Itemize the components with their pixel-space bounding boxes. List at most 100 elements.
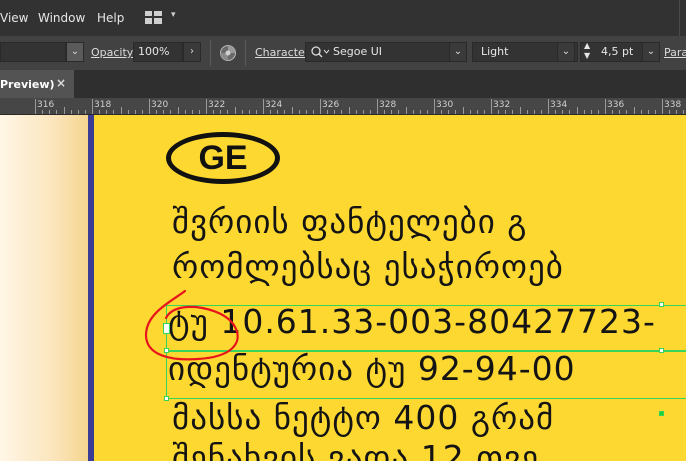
ruler-minor-tick	[469, 110, 471, 114]
ruler-minor-tick	[483, 110, 485, 114]
ruler-major-tick	[377, 99, 378, 114]
ruler-minor-tick	[113, 110, 115, 114]
ruler-minor-tick	[141, 110, 143, 114]
ruler-minor-tick	[355, 110, 357, 114]
ruler-label: 326	[322, 100, 340, 110]
ruler-minor-tick	[284, 110, 286, 114]
ruler-label: 324	[265, 100, 283, 110]
separator	[245, 40, 246, 66]
text-frame-handle[interactable]	[659, 348, 664, 353]
font-size-dropdown[interactable]: ⌄	[642, 42, 660, 62]
pasteboard	[0, 115, 88, 461]
ruler-major-tick	[605, 99, 606, 114]
ruler-label: 334	[550, 100, 568, 110]
menu-help[interactable]: Help	[97, 11, 124, 25]
ruler-minor-tick	[555, 110, 557, 114]
chevron-right-icon: ›	[190, 46, 194, 57]
ruler-minor-tick	[640, 110, 642, 114]
ruler-minor-tick	[248, 110, 250, 114]
ruler-minor-tick	[70, 110, 72, 114]
opacity-input[interactable]: 100%	[133, 42, 183, 62]
ruler-minor-tick	[334, 110, 336, 114]
ruler-minor-tick	[619, 110, 621, 114]
ruler-label: 318	[94, 100, 112, 110]
text-line-6[interactable]: შენახვის ვადა 12 თვე	[172, 438, 539, 461]
ruler-minor-tick	[106, 110, 108, 114]
text-frame-handle[interactable]	[659, 411, 664, 416]
ruler-minor-tick	[191, 110, 193, 114]
font-family-dropdown[interactable]: ⌄	[449, 42, 467, 62]
chevron-down-icon: ⌄	[646, 46, 656, 57]
opacity-more-button[interactable]: ›	[183, 42, 201, 62]
ruler-minor-tick	[462, 107, 464, 114]
ruler-minor-tick	[654, 110, 656, 114]
ruler-minor-tick	[277, 110, 279, 114]
ruler-minor-tick	[669, 110, 671, 114]
ruler-minor-tick	[362, 110, 364, 114]
ruler-major-tick	[491, 99, 492, 114]
workspace-switcher-icon	[145, 11, 162, 24]
ruler-major-tick	[548, 99, 549, 114]
ruler-minor-tick	[391, 110, 393, 114]
ruler-minor-tick	[213, 110, 215, 114]
ge-country-badge[interactable]: GE	[166, 132, 280, 184]
search-icon	[311, 46, 330, 58]
ruler-minor-tick	[419, 110, 421, 114]
ruler-label: 322	[208, 100, 226, 110]
text-line-2[interactable]: რომლებსაც ესაჭიროებ	[172, 247, 564, 286]
ruler-major-tick	[206, 99, 207, 114]
ruler-minor-tick	[134, 110, 136, 114]
chevron-down-icon: ▾	[171, 10, 176, 20]
ruler-label: 328	[379, 100, 397, 110]
ruler-minor-tick	[198, 110, 200, 114]
ruler-minor-tick	[526, 110, 528, 114]
ruler-minor-tick	[412, 110, 414, 114]
font-family-field[interactable]: Segoe UI	[305, 42, 465, 62]
text-frame-handle[interactable]	[164, 396, 169, 401]
ruler-minor-tick	[455, 110, 457, 114]
ruler-minor-tick	[120, 107, 122, 114]
document-tab[interactable]: Preview) ×	[0, 70, 74, 98]
ruler-label: 332	[493, 100, 511, 110]
paragraph-label[interactable]: Para	[664, 46, 686, 59]
ruler-minor-tick	[612, 110, 614, 114]
ruler-minor-tick	[569, 110, 571, 114]
font-style-dropdown[interactable]: ⌄	[557, 42, 575, 62]
document-canvas[interactable]: GE შვრიის ფანტელები გ რომლებსაც ესაჭიროე…	[0, 115, 686, 461]
ruler-minor-tick	[163, 110, 165, 114]
opacity-label[interactable]: Opacity:	[91, 46, 136, 59]
text-line-1[interactable]: შვრიის ფანტელები გ	[172, 202, 527, 241]
document-tab-title: Preview)	[0, 78, 55, 91]
menu-divider	[679, 0, 680, 36]
text-frame-handle[interactable]	[659, 302, 664, 307]
ruler-label: 336	[607, 100, 625, 110]
menu-window[interactable]: Window	[38, 11, 85, 25]
ruler-minor-tick	[270, 110, 272, 114]
ruler-minor-tick	[576, 107, 578, 114]
ruler-minor-tick	[405, 107, 407, 114]
menu-view[interactable]: View	[0, 11, 28, 25]
ruler-minor-tick	[540, 110, 542, 114]
ruler-minor-tick	[348, 107, 350, 114]
horizontal-ruler[interactable]: 316 318 320 322 324 326 328 330 332 334 336 338	[0, 98, 686, 115]
ruler-minor-tick	[170, 110, 172, 114]
recolor-artwork-button[interactable]	[219, 44, 237, 62]
chevron-down-icon: ⌄	[561, 46, 571, 57]
ruler-major-tick	[434, 99, 435, 114]
font-size-value: 4,5 pt	[601, 45, 634, 58]
ruler-minor-tick	[512, 110, 514, 114]
ruler-minor-tick	[291, 107, 293, 114]
ruler-minor-tick	[56, 110, 58, 114]
stroke-weight-dropdown[interactable]: ⌄	[66, 42, 84, 62]
close-icon[interactable]: ×	[56, 76, 66, 90]
stepper-icon[interactable]: ▲ ▼	[584, 41, 590, 61]
ruler-minor-tick	[63, 107, 65, 114]
stroke-weight-field[interactable]	[0, 42, 66, 62]
ruler-minor-tick	[633, 107, 635, 114]
ruler-minor-tick	[184, 110, 186, 114]
ruler-major-tick	[149, 99, 150, 114]
ruler-minor-tick	[84, 110, 86, 114]
text-line-5[interactable]: მასსა ნეტტო 400 გრამ	[172, 398, 554, 437]
workspace-switcher-button[interactable]: ▾	[145, 10, 185, 26]
ruler-major-tick	[92, 99, 93, 114]
